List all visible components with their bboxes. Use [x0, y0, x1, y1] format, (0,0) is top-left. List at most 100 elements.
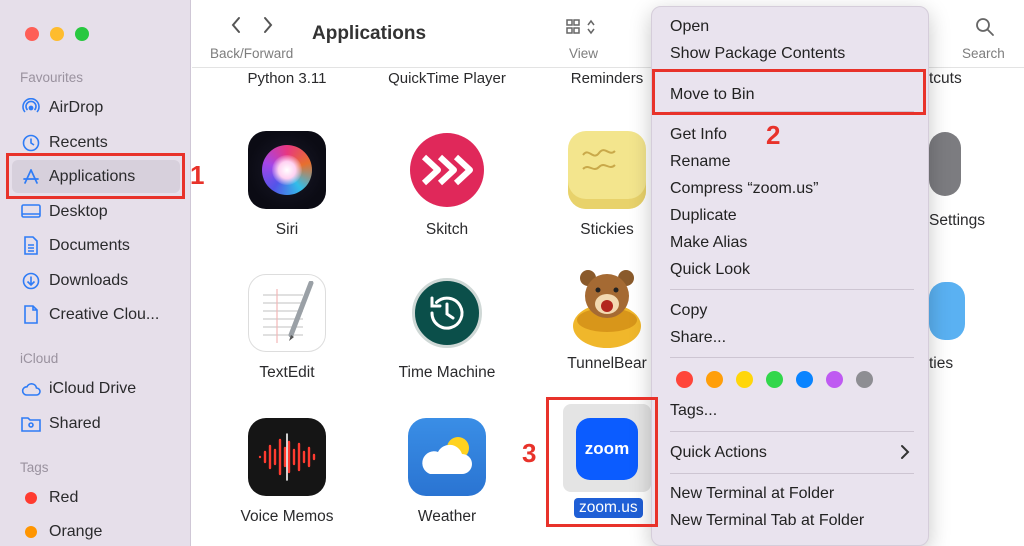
sidebar-item-label: Downloads [49, 271, 129, 289]
icloud-heading: iCloud [20, 351, 59, 366]
orange-tag-dot-icon [25, 525, 37, 538]
desktop-icon [21, 202, 41, 222]
app-weather[interactable]: Weather [372, 418, 522, 526]
sidebar-item-shared[interactable]: Shared [12, 407, 180, 440]
app-siri[interactable]: Siri [212, 131, 362, 239]
menu-item-show-package-contents[interactable]: Show Package Contents [670, 45, 845, 63]
menu-separator [670, 473, 914, 474]
app-label-quicktime[interactable]: QuickTime Player [388, 70, 506, 87]
zoom-window-button[interactable] [75, 27, 89, 41]
app-name: TextEdit [259, 364, 315, 381]
voice-memos-icon [248, 418, 326, 496]
tag-yellow-swatch[interactable] [736, 371, 753, 388]
annotation-number-3: 3 [522, 438, 537, 468]
sidebar-item-label: Documents [49, 236, 130, 254]
app-voice-memos[interactable]: Voice Memos [212, 418, 362, 526]
menu-item-copy[interactable]: Copy [670, 302, 707, 320]
app-label-partial-utilities[interactable]: ties [929, 355, 953, 373]
utilities-folder-icon[interactable] [929, 282, 965, 340]
menu-item-share[interactable]: Share... [670, 329, 726, 347]
sidebar-item-creative-cloud[interactable]: Creative Clou... [12, 298, 180, 331]
menu-item-get-info[interactable]: Get Info [670, 126, 727, 144]
skitch-icon [408, 131, 486, 209]
annotation-box-zoom [546, 397, 658, 527]
red-tag-dot-icon [25, 491, 37, 504]
textedit-icon [248, 274, 326, 352]
menu-item-open[interactable]: Open [670, 18, 709, 36]
forward-arrow-icon[interactable] [262, 16, 274, 40]
sidebar-item-label: AirDrop [49, 98, 104, 116]
app-label-python[interactable]: Python 3.11 [248, 70, 327, 87]
sidebar-item-airdrop[interactable]: AirDrop [12, 91, 180, 124]
menu-item-duplicate[interactable]: Duplicate [670, 207, 737, 225]
system-settings-icon[interactable] [929, 132, 961, 196]
menu-item-rename[interactable]: Rename [670, 153, 730, 171]
clock-icon [21, 133, 41, 153]
menu-item-new-terminal[interactable]: New Terminal at Folder [670, 485, 834, 503]
sidebar-item-desktop[interactable]: Desktop [12, 195, 180, 228]
app-label-partial-shortcuts[interactable]: tcuts [929, 70, 962, 88]
tag-color-picker [676, 371, 873, 388]
app-skitch[interactable]: Skitch [372, 131, 522, 239]
sidebar-item-label: Recents [49, 133, 108, 151]
window-controls [25, 27, 89, 41]
stickies-icon [568, 131, 646, 209]
sidebar-item-icloud-drive[interactable]: iCloud Drive [12, 372, 180, 405]
minimize-window-button[interactable] [50, 27, 64, 41]
annotation-box-move-to-bin [652, 69, 926, 115]
menu-item-quick-actions[interactable]: Quick Actions [670, 444, 767, 462]
tag-orange-swatch[interactable] [706, 371, 723, 388]
tag-green-swatch[interactable] [766, 371, 783, 388]
app-name: Weather [417, 508, 477, 525]
siri-icon [248, 131, 326, 209]
tag-gray-swatch[interactable] [856, 371, 873, 388]
sidebar-item-label: Orange [49, 522, 103, 540]
app-time-machine[interactable]: Time Machine [372, 274, 522, 382]
back-forward-label: Back/Forward [210, 46, 294, 61]
sidebar-tag-red[interactable]: Red [12, 481, 180, 514]
app-textedit[interactable]: TextEdit [212, 274, 362, 382]
tag-blue-swatch[interactable] [796, 371, 813, 388]
menu-separator [670, 431, 914, 432]
view-label: View [569, 46, 599, 61]
sidebar-item-label: Red [49, 488, 79, 506]
menu-separator [670, 357, 914, 358]
app-label-partial-settings[interactable]: Settings [929, 212, 985, 230]
document-icon [21, 236, 41, 256]
search-label: Search [962, 46, 1005, 61]
sidebar-tag-orange[interactable]: Orange [12, 515, 180, 546]
app-label-reminders[interactable]: Reminders [571, 70, 644, 87]
favourites-heading: Favourites [20, 70, 84, 85]
menu-item-make-alias[interactable]: Make Alias [670, 234, 747, 252]
menu-item-tags[interactable]: Tags... [670, 402, 717, 420]
tag-purple-swatch[interactable] [826, 371, 843, 388]
sidebar-item-label: Desktop [49, 202, 108, 220]
tag-red-swatch[interactable] [676, 371, 693, 388]
file-icon [21, 305, 41, 325]
nav-arrows [230, 16, 274, 40]
chevron-right-icon [900, 444, 910, 465]
sidebar-item-downloads[interactable]: Downloads [12, 264, 180, 297]
download-icon [21, 271, 41, 291]
cloud-icon [21, 379, 41, 399]
menu-item-quick-look[interactable]: Quick Look [670, 261, 750, 279]
time-machine-icon [408, 274, 486, 352]
back-arrow-icon[interactable] [230, 16, 242, 40]
shared-folder-icon [21, 414, 41, 434]
app-name: Voice Memos [240, 508, 334, 525]
close-window-button[interactable] [25, 27, 39, 41]
annotation-number-2: 2 [766, 120, 781, 150]
sidebar-item-label: Shared [49, 414, 101, 432]
grid-view-icon[interactable] [566, 18, 600, 41]
menu-separator [670, 289, 914, 290]
sidebar: Favourites AirDrop Recents Applications … [0, 0, 191, 546]
sidebar-item-label: iCloud Drive [49, 379, 137, 397]
app-name: Siri [275, 221, 299, 238]
menu-item-new-terminal-tab[interactable]: New Terminal Tab at Folder [670, 512, 864, 530]
tunnelbear-icon [568, 262, 646, 352]
app-name: Skitch [425, 221, 469, 238]
menu-item-compress[interactable]: Compress “zoom.us” [670, 180, 818, 198]
search-icon[interactable] [975, 17, 995, 42]
sidebar-item-documents[interactable]: Documents [12, 229, 180, 262]
window-title: Applications [312, 23, 427, 44]
